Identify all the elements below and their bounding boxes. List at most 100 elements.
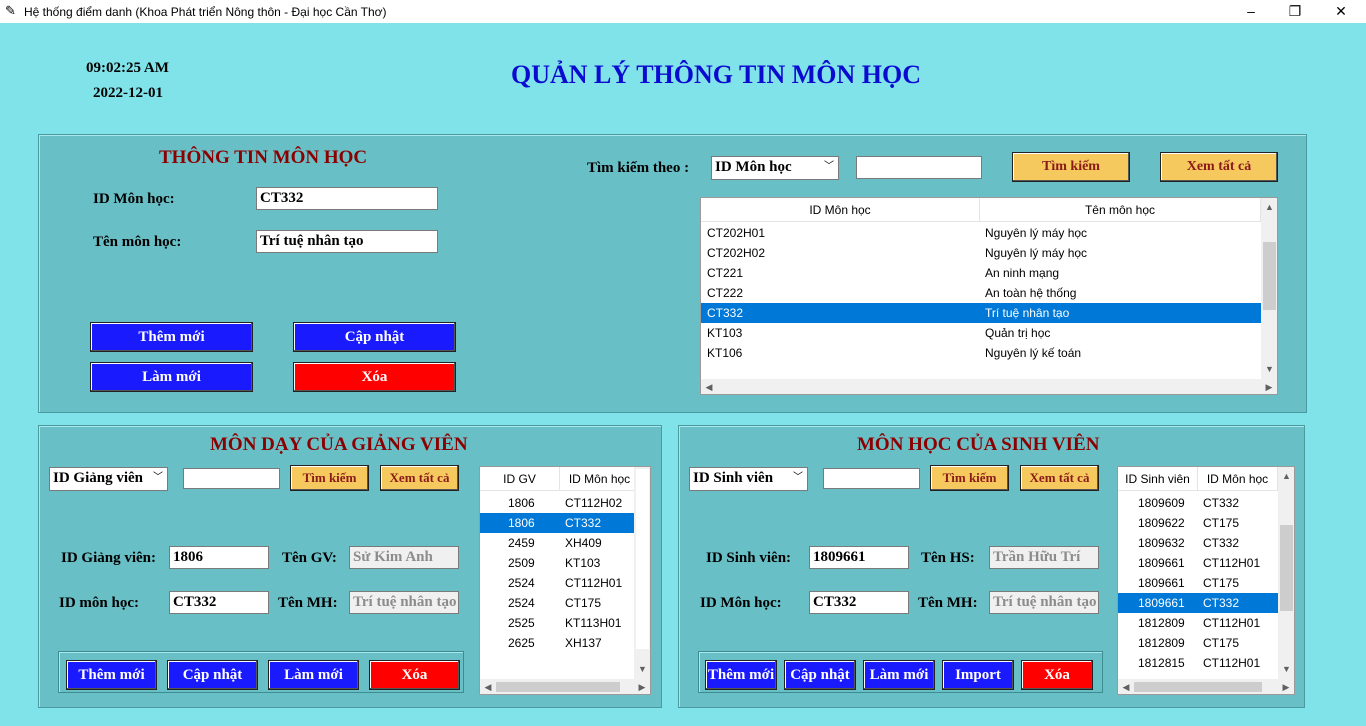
- column-header[interactable]: ID GV: [480, 467, 560, 491]
- vertical-scrollbar[interactable]: ▲ ▼: [1278, 467, 1294, 679]
- course-table[interactable]: ID Môn học Tên môn học CT202H01 Nguyên lý…: [700, 197, 1278, 395]
- column-header[interactable]: Tên môn học: [980, 198, 1261, 222]
- table-row[interactable]: KT106 Nguyên lý kế toán: [701, 343, 1261, 363]
- course-search-input[interactable]: [856, 156, 982, 179]
- teacher-search-by-value: ID Giảng viên: [53, 470, 144, 486]
- course-add-button[interactable]: Thêm mới: [90, 322, 253, 352]
- column-header[interactable]: ID Sinh viên: [1118, 467, 1198, 491]
- column-header[interactable]: ID Môn học: [560, 467, 640, 491]
- teacher-update-button[interactable]: Cập nhật: [167, 660, 258, 690]
- student-search-input[interactable]: [823, 468, 920, 489]
- table-row[interactable]: 2524 CT112H01: [480, 573, 634, 593]
- student-update-button[interactable]: Cập nhật: [784, 660, 856, 690]
- table-row[interactable]: 2625 XH137: [480, 633, 634, 653]
- scroll-up-icon[interactable]: ▲: [1261, 200, 1277, 214]
- teacher-table[interactable]: ID GV ID Môn học 1806 CT112H02 1806 CT332 24…: [479, 466, 651, 695]
- scroll-right-icon[interactable]: ▶: [636, 680, 648, 694]
- table-row[interactable]: CT332 Trí tuệ nhân tạo: [701, 303, 1261, 323]
- scroll-up-icon[interactable]: ▲: [1278, 469, 1294, 483]
- table-header: ID GV ID Môn học: [480, 467, 640, 491]
- table-row[interactable]: 1812815 CT112H01: [1118, 653, 1278, 673]
- teacher-delete-button[interactable]: Xóa: [369, 660, 460, 690]
- course-search-button[interactable]: Tìm kiếm: [1012, 152, 1130, 182]
- teacher-course-input[interactable]: CT332: [169, 591, 269, 614]
- scroll-left-icon[interactable]: ◀: [703, 380, 715, 394]
- student-search-by-select[interactable]: ID Sinh viên ﹀: [689, 467, 808, 491]
- student-add-button[interactable]: Thêm mới: [705, 660, 777, 690]
- table-cell: An ninh mạng: [985, 266, 1060, 280]
- table-row[interactable]: KT103 Quản trị học: [701, 323, 1261, 343]
- scroll-thumb[interactable]: [1134, 682, 1262, 692]
- table-cell: KT106: [707, 346, 743, 360]
- teacher-course-name-label: Tên MH:: [278, 595, 338, 611]
- student-table[interactable]: ID Sinh viên ID Môn học 1809609 CT332 1809…: [1117, 466, 1295, 695]
- course-search-by-select[interactable]: ID Môn học ﹀: [711, 156, 839, 180]
- table-row[interactable]: 1809632 CT332: [1118, 533, 1278, 553]
- course-view-all-button[interactable]: Xem tất cả: [1160, 152, 1278, 182]
- minimize-button[interactable]: –: [1228, 1, 1274, 22]
- table-cell: CT202H02: [707, 246, 766, 260]
- chevron-down-icon: ﹀: [793, 472, 803, 483]
- student-search-button[interactable]: Tìm kiếm: [930, 465, 1009, 491]
- table-row[interactable]: 2524 CT175: [480, 593, 634, 613]
- table-row[interactable]: 1806 CT332: [480, 513, 634, 533]
- teacher-search-input[interactable]: [183, 468, 280, 489]
- student-id-input[interactable]: 1809661: [809, 546, 909, 569]
- column-header[interactable]: ID Môn học: [1198, 467, 1278, 491]
- table-row[interactable]: CT202H01 Nguyên lý máy học: [701, 223, 1261, 243]
- teacher-id-input[interactable]: 1806: [169, 546, 269, 569]
- student-name-label: Tên HS:: [921, 550, 975, 566]
- student-import-button[interactable]: Import: [942, 660, 1014, 690]
- table-cell: 2625: [508, 636, 535, 650]
- table-cell: Quản trị học: [985, 326, 1051, 340]
- table-row[interactable]: 2459 XH409: [480, 533, 634, 553]
- table-row[interactable]: 2525 KT113H01: [480, 613, 634, 633]
- teacher-refresh-button[interactable]: Làm mới: [268, 660, 359, 690]
- close-button[interactable]: ✕: [1318, 1, 1364, 22]
- horizontal-scrollbar[interactable]: ◀ ▶: [701, 379, 1277, 394]
- student-course-input[interactable]: CT332: [809, 591, 909, 614]
- scroll-down-icon[interactable]: ▼: [634, 662, 650, 676]
- table-row[interactable]: 1809661 CT112H01: [1118, 553, 1278, 573]
- scroll-thumb[interactable]: [496, 682, 620, 692]
- teacher-view-all-button[interactable]: Xem tất cả: [380, 465, 459, 491]
- table-row[interactable]: 1809622 CT175: [1118, 513, 1278, 533]
- table-row[interactable]: CT202H02 Nguyên lý máy học: [701, 243, 1261, 263]
- maximize-button[interactable]: ❐: [1272, 1, 1318, 22]
- horizontal-scrollbar[interactable]: ◀ ▶: [480, 679, 650, 694]
- table-row[interactable]: 1806 CT112H02: [480, 493, 634, 513]
- scroll-left-icon[interactable]: ◀: [482, 680, 494, 694]
- course-delete-button[interactable]: Xóa: [293, 362, 456, 392]
- horizontal-scrollbar[interactable]: ◀ ▶: [1118, 679, 1294, 694]
- scroll-down-icon[interactable]: ▼: [1261, 362, 1277, 376]
- table-row[interactable]: 1812809 CT175: [1118, 633, 1278, 653]
- student-delete-button[interactable]: Xóa: [1021, 660, 1093, 690]
- column-header[interactable]: ID Môn học: [701, 198, 980, 222]
- teacher-add-button[interactable]: Thêm mới: [66, 660, 157, 690]
- table-row[interactable]: 1809609 CT332: [1118, 493, 1278, 513]
- course-id-input[interactable]: CT332: [256, 187, 438, 210]
- table-row[interactable]: 2509 KT103: [480, 553, 634, 573]
- table-row[interactable]: CT221 An ninh mạng: [701, 263, 1261, 283]
- table-row[interactable]: CT222 An toàn hệ thống: [701, 283, 1261, 303]
- vertical-scrollbar[interactable]: ▲ ▼: [1261, 198, 1277, 379]
- table-row[interactable]: 1812809 CT112H01: [1118, 613, 1278, 633]
- course-update-button[interactable]: Cập nhật: [293, 322, 456, 352]
- scroll-right-icon[interactable]: ▶: [1280, 680, 1292, 694]
- table-row[interactable]: 1809661 CT332: [1118, 593, 1278, 613]
- teacher-search-button[interactable]: Tìm kiếm: [290, 465, 369, 491]
- vertical-scrollbar[interactable]: ▼: [634, 467, 650, 679]
- scroll-left-icon[interactable]: ◀: [1120, 680, 1132, 694]
- table-row[interactable]: 1809661 CT175: [1118, 573, 1278, 593]
- scroll-thumb[interactable]: [1263, 242, 1276, 310]
- scroll-down-icon[interactable]: ▼: [1278, 662, 1294, 676]
- table-cell: CT175: [565, 596, 602, 610]
- course-refresh-button[interactable]: Làm mới: [90, 362, 253, 392]
- student-view-all-button[interactable]: Xem tất cả: [1020, 465, 1099, 491]
- student-refresh-button[interactable]: Làm mới: [863, 660, 935, 690]
- scroll-right-icon[interactable]: ▶: [1263, 380, 1275, 394]
- scroll-thumb[interactable]: [1280, 525, 1293, 611]
- teacher-search-by-select[interactable]: ID Giảng viên ﹀: [49, 467, 168, 491]
- table-cell: Nguyên lý máy học: [985, 226, 1088, 240]
- course-name-input[interactable]: Trí tuệ nhân tạo: [256, 230, 438, 253]
